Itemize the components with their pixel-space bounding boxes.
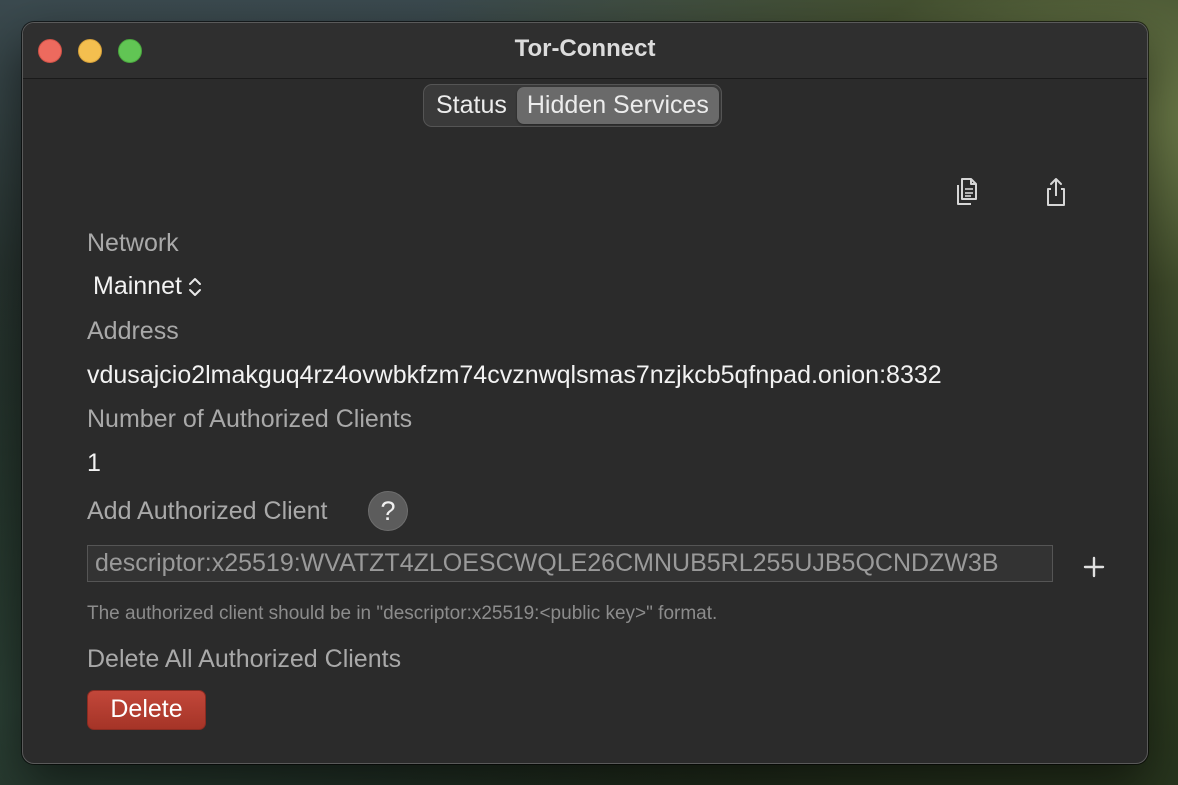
network-selected-value: Mainnet [93,272,182,300]
window-title: Tor-Connect [514,35,656,62]
title-bar[interactable]: Tor-Connect [23,23,1147,79]
tab-status[interactable]: Status [426,87,517,124]
plus-icon [1083,556,1105,578]
client-descriptor-input[interactable]: descriptor:x25519:WVATZT4ZLOESCWQLE26CMN… [87,545,1053,582]
delete-button[interactable]: Delete [87,690,206,730]
add-client-label: Add Authorized Client [87,497,328,525]
share-icon [1047,178,1065,206]
add-client-button[interactable] [1081,554,1107,580]
chevron-up-down-icon [188,277,201,296]
client-count-label: Number of Authorized Clients [87,405,413,433]
network-popup[interactable]: Mainnet [93,272,204,301]
tab-hidden-services[interactable]: Hidden Services [516,87,719,124]
share-button[interactable] [1039,174,1073,210]
tab-segmented-control: Status Hidden Services [423,84,722,127]
main-window: Tor-Connect Status Hidden Services Netwo… [22,22,1148,764]
address-value: vdusajcio2lmakguq4rz4ovwbkfzm74cvznwqlsm… [87,361,942,389]
copy-button[interactable] [950,174,984,210]
format-hint: The authorized client should be in "desc… [87,603,718,624]
help-button[interactable]: ? [368,491,408,531]
address-label: Address [87,317,179,345]
client-count-value: 1 [87,449,101,477]
copy-icon [957,178,977,205]
delete-all-label: Delete All Authorized Clients [87,645,402,673]
network-label: Network [87,229,179,257]
